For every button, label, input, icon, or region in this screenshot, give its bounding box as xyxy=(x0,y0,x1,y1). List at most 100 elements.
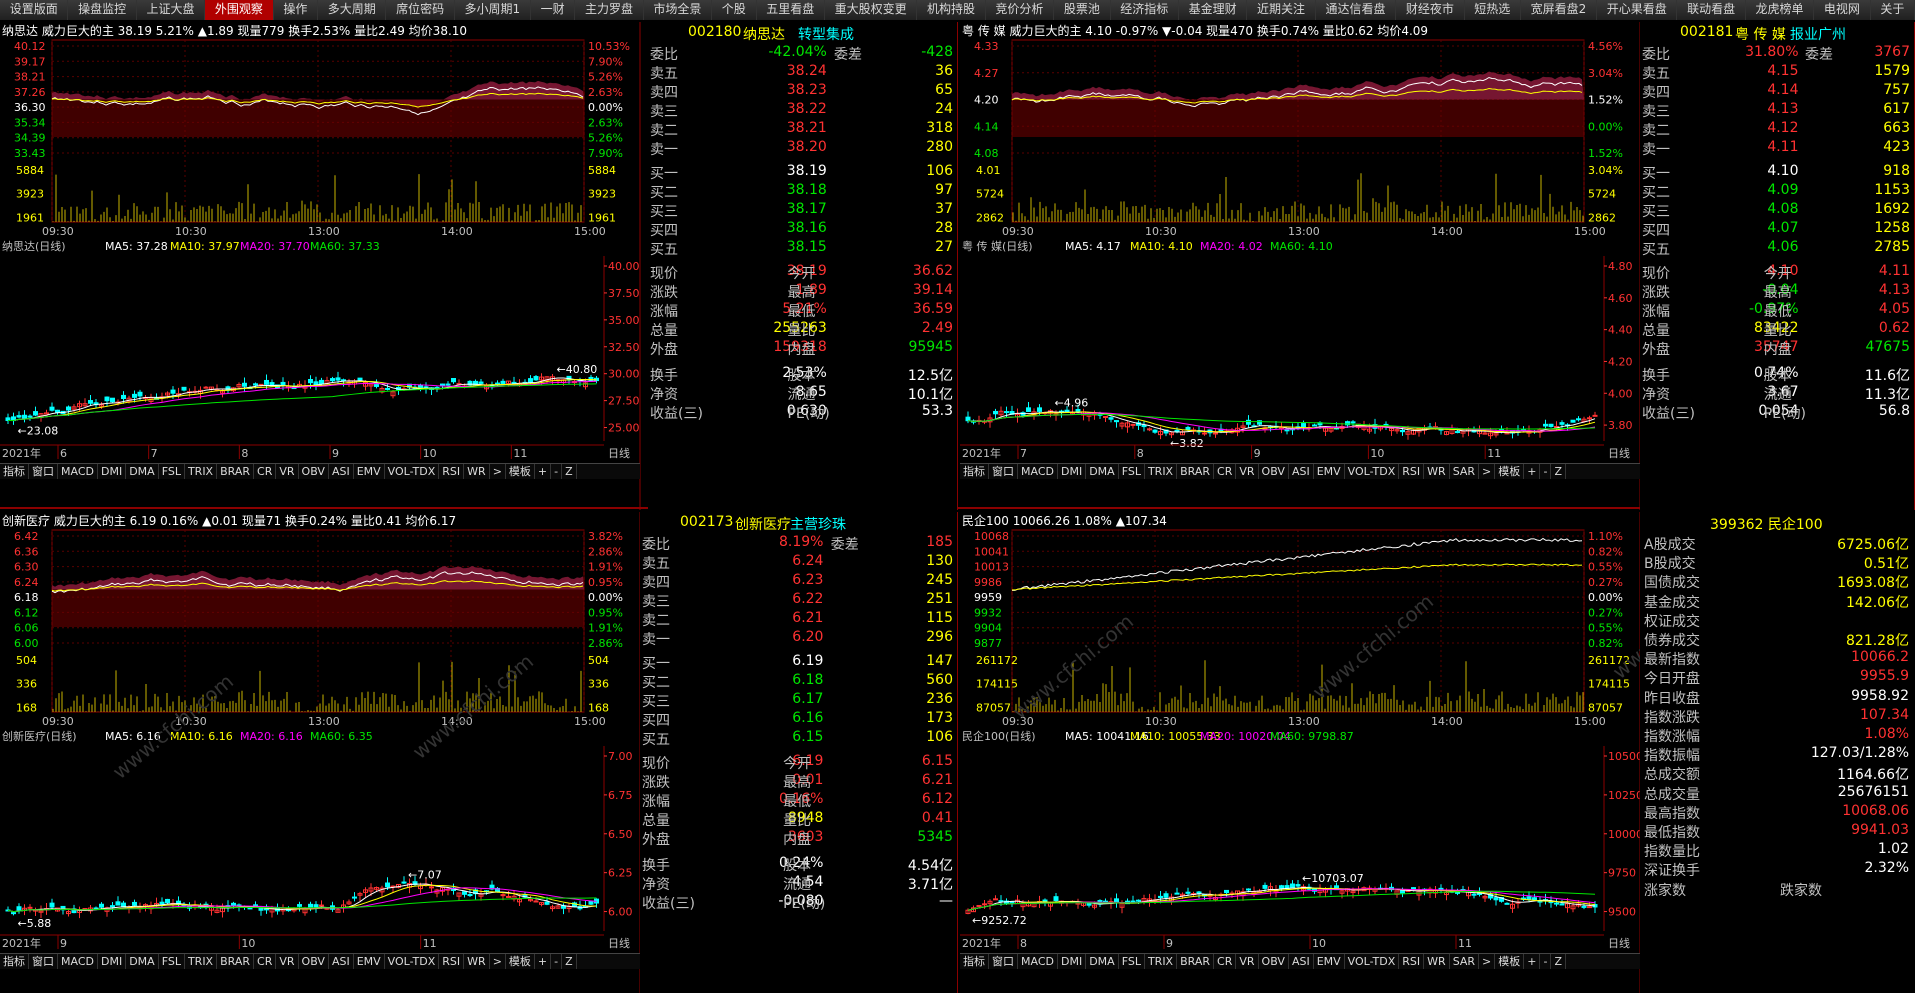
indicator-12[interactable]: EMV xyxy=(1314,954,1345,969)
indicator-9[interactable]: VR xyxy=(276,954,299,969)
indicator-14[interactable]: RSI xyxy=(439,954,465,969)
indicator-21[interactable]: Z xyxy=(1551,464,1567,479)
indicator-18[interactable]: + xyxy=(535,464,552,479)
index-row-3: 基金成交 142.06亿 xyxy=(1640,592,1915,611)
indicator-10[interactable]: OBV xyxy=(1259,464,1289,479)
indicator-3[interactable]: DMI xyxy=(1058,954,1087,969)
indicator-0[interactable]: 指标 xyxy=(960,464,989,479)
indicator-4[interactable]: DMA xyxy=(126,464,159,479)
indicator-5[interactable]: FSL xyxy=(159,954,185,969)
indicator-14[interactable]: RSI xyxy=(1399,954,1425,969)
indicator-12[interactable]: EMV xyxy=(354,464,385,479)
indicator-10[interactable]: OBV xyxy=(299,954,329,969)
indicator-4[interactable]: DMA xyxy=(1086,954,1119,969)
indicator-12[interactable]: EMV xyxy=(1314,464,1345,479)
indicator-1[interactable]: 窗口 xyxy=(989,954,1018,969)
indicator-2[interactable]: MACD xyxy=(58,954,98,969)
quote-title-cell: 002173 xyxy=(680,514,734,530)
indicator-2[interactable]: MACD xyxy=(1018,464,1058,479)
indicator-3[interactable]: DMI xyxy=(1058,464,1087,479)
indicator-13[interactable]: VOL-TDX xyxy=(1345,954,1400,969)
indicator-16[interactable]: > xyxy=(490,954,506,969)
indicator-7[interactable]: BRAR xyxy=(1177,954,1215,969)
period-label: 日线 xyxy=(1608,936,1630,950)
indicator-16[interactable]: > xyxy=(490,464,506,479)
indicator-10[interactable]: OBV xyxy=(299,464,329,479)
right-tick: 0.55% xyxy=(1588,622,1623,635)
indicator-6[interactable]: TRIX xyxy=(1145,954,1178,969)
indicator-8[interactable]: CR xyxy=(1214,464,1237,479)
indicator-4[interactable]: DMA xyxy=(1086,464,1119,479)
indicator-17[interactable]: 模板 xyxy=(506,464,535,479)
indicator-15[interactable]: WR xyxy=(464,464,490,479)
ma60-label: MA60: 6.35 xyxy=(310,730,373,743)
index-row-16-cell: 1.02 xyxy=(1877,841,1909,858)
indicator-0[interactable]: 指标 xyxy=(960,954,989,969)
indicator-19[interactable]: - xyxy=(551,464,563,479)
indicator-1[interactable]: 窗口 xyxy=(29,464,58,479)
indicator-11[interactable]: ASI xyxy=(329,464,354,479)
left-tick: 10041 xyxy=(974,545,1009,558)
indicator-3[interactable]: DMI xyxy=(98,464,127,479)
indicator-11[interactable]: ASI xyxy=(1289,954,1314,969)
indicator-5[interactable]: FSL xyxy=(159,464,185,479)
indicator-9[interactable]: VR xyxy=(1236,954,1259,969)
indicator-2[interactable]: MACD xyxy=(1018,954,1058,969)
indicator-8[interactable]: CR xyxy=(254,954,277,969)
index-row-3-cell: 基金成交 xyxy=(1644,594,1700,611)
indicator-15[interactable]: WR xyxy=(1424,954,1450,969)
indicator-13[interactable]: VOL-TDX xyxy=(385,954,440,969)
indicator-18[interactable]: 模板 xyxy=(1495,954,1525,969)
indicator-6[interactable]: TRIX xyxy=(185,954,218,969)
indicator-16[interactable]: SAR xyxy=(1450,464,1480,479)
indicator-1[interactable]: 窗口 xyxy=(29,954,58,969)
indicator-12[interactable]: EMV xyxy=(354,954,385,969)
indicator-9[interactable]: VR xyxy=(1236,464,1259,479)
indicator-4[interactable]: DMA xyxy=(126,954,159,969)
indicator-2[interactable]: MACD xyxy=(58,464,98,479)
indicator-19[interactable]: + xyxy=(1524,464,1541,479)
indicator-17[interactable]: > xyxy=(1479,464,1496,479)
indicator-1[interactable]: 窗口 xyxy=(989,464,1018,479)
indicator-9[interactable]: VR xyxy=(276,464,299,479)
indicator-6[interactable]: TRIX xyxy=(1145,464,1178,479)
indicator-5[interactable]: FSL xyxy=(1119,954,1145,969)
indicator-19[interactable]: - xyxy=(551,954,563,969)
indicator-13[interactable]: VOL-TDX xyxy=(1345,464,1400,479)
stat-row-1-cell: 4.13 xyxy=(1878,282,1910,298)
candle-body xyxy=(308,903,313,909)
indicator-11[interactable]: ASI xyxy=(1289,464,1314,479)
indicator-20[interactable]: Z xyxy=(562,464,577,479)
indicator-20[interactable]: Z xyxy=(562,954,577,969)
indicator-5[interactable]: FSL xyxy=(1119,464,1145,479)
indicator-8[interactable]: CR xyxy=(1214,954,1237,969)
indicator-7[interactable]: BRAR xyxy=(1177,464,1215,479)
indicator-14[interactable]: RSI xyxy=(1399,464,1425,479)
indicator-18[interactable]: 模板 xyxy=(1495,464,1525,479)
indicator-6[interactable]: TRIX xyxy=(185,464,218,479)
indicator-15[interactable]: WR xyxy=(1424,464,1450,479)
indicator-14[interactable]: RSI xyxy=(439,464,465,479)
indicator-17[interactable]: 模板 xyxy=(506,954,535,969)
indicator-18[interactable]: + xyxy=(535,954,552,969)
indicator-17[interactable]: > xyxy=(1479,954,1496,969)
stat2-row-2-cell: 56.8 xyxy=(1878,403,1910,419)
indicator-3[interactable]: DMI xyxy=(98,954,127,969)
indicator-7[interactable]: BRAR xyxy=(217,954,255,969)
stat-row-4: 外盘 3603 内盘 5345 xyxy=(640,829,957,848)
indicator-15[interactable]: WR xyxy=(464,954,490,969)
indicator-8[interactable]: CR xyxy=(254,464,277,479)
indicator-20[interactable]: - xyxy=(1540,954,1552,969)
indicator-7[interactable]: BRAR xyxy=(217,464,255,479)
indicator-0[interactable]: 指标 xyxy=(0,464,29,479)
indicator-0[interactable]: 指标 xyxy=(0,954,29,969)
indicator-11[interactable]: ASI xyxy=(329,954,354,969)
indicator-19[interactable]: + xyxy=(1524,954,1541,969)
indicator-10[interactable]: OBV xyxy=(1259,954,1289,969)
stat-row-2: 涨幅 0.16% 最低 6.12 xyxy=(640,791,957,810)
indicator-13[interactable]: VOL-TDX xyxy=(385,464,440,479)
index-row-5-cell: 债券成交 xyxy=(1644,633,1700,649)
indicator-21[interactable]: Z xyxy=(1551,954,1567,969)
indicator-20[interactable]: - xyxy=(1540,464,1552,479)
indicator-16[interactable]: SAR xyxy=(1450,954,1480,969)
